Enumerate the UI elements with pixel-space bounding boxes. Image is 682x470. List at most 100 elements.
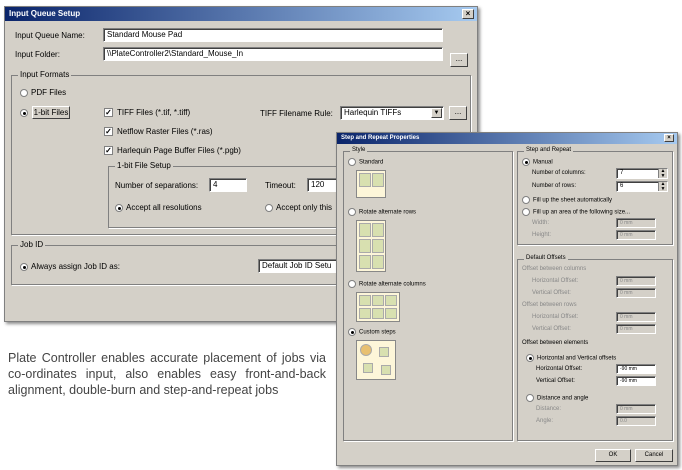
- radio-selected-icon: [20, 262, 28, 271]
- tiff-rule-settings-button[interactable]: ...: [449, 106, 467, 120]
- row-vertical-input[interactable]: 0 mm: [616, 324, 656, 334]
- radio-selected-icon: [348, 328, 356, 336]
- accept-only-radio[interactable]: Accept only this: [265, 203, 332, 212]
- radio-icon: [522, 208, 530, 216]
- spin-arrows-icon[interactable]: ▲ ▼: [658, 169, 667, 178]
- step-dialog-title: Step and Repeat Properties: [341, 135, 420, 141]
- thumb-cell: [359, 295, 371, 306]
- height-label: Height:: [532, 232, 552, 238]
- tiff-rule-select[interactable]: Harlequin TIFFs ▼: [340, 106, 444, 120]
- radio-icon: [265, 203, 273, 212]
- separations-input[interactable]: 4: [209, 178, 247, 192]
- thumb-cell: [359, 223, 371, 237]
- thumb-cell: [372, 255, 384, 269]
- tiff-files-checkbox[interactable]: ✓ TIFF Files (*.tif, *.tiff): [104, 108, 191, 118]
- style-rotate-columns-radio[interactable]: Rotate alternate columns: [348, 280, 426, 288]
- pdf-files-radio[interactable]: PDF Files: [20, 88, 66, 97]
- checkmark-icon: ✓: [104, 146, 113, 156]
- thumb-cell: [359, 239, 371, 253]
- step-repeat-dialog: Step and Repeat Properties × Style Stand…: [336, 132, 678, 466]
- thumb-cell: [385, 308, 397, 319]
- onebit-files-button[interactable]: 1-bit Files: [32, 106, 70, 119]
- input-formats-label: Input Formats: [18, 70, 72, 79]
- columns-stepper[interactable]: 7 ▲ ▼: [616, 168, 668, 179]
- radio-selected-icon: [115, 203, 123, 212]
- vertical-offset-label: Vertical Offset:: [536, 378, 575, 384]
- checkmark-icon: ✓: [104, 108, 113, 118]
- style-rotate-rows-radio[interactable]: Rotate alternate rows: [348, 208, 416, 216]
- step-repeat-group: Step and Repeat Manual Number of columns…: [517, 147, 673, 245]
- default-offsets-group: Default Offsets Offset between columns H…: [517, 255, 673, 441]
- thumb-cell: [360, 344, 372, 356]
- input-folder-input[interactable]: \\PlateController2\Standard_Mouse_In: [103, 47, 443, 61]
- width-input[interactable]: 0 mm: [616, 218, 656, 228]
- distance-angle-radio[interactable]: Distance and angle: [526, 394, 588, 402]
- checkmark-icon: ✓: [104, 127, 113, 137]
- dialog-title-bar: Input Queue Setup ×: [5, 7, 477, 21]
- ok-button[interactable]: OK: [595, 449, 631, 462]
- rows-value: 6: [620, 183, 624, 189]
- harlequin-label: Harlequin Page Buffer Files (*.pgb): [117, 146, 241, 155]
- col-horizontal-label: Horizontal Offset:: [532, 278, 579, 284]
- radio-icon: [348, 158, 356, 166]
- harlequin-checkbox[interactable]: ✓ Harlequin Page Buffer Files (*.pgb): [104, 146, 241, 156]
- style-standard-label: Standard: [359, 159, 384, 166]
- distance-label: Distance:: [536, 406, 562, 412]
- thumb-cell: [372, 295, 384, 306]
- radio-selected-icon: [526, 354, 534, 362]
- cancel-button[interactable]: Cancel: [635, 449, 673, 462]
- manual-label: Manual: [533, 159, 553, 166]
- radio-selected-icon: [20, 108, 28, 117]
- thumb-cell: [385, 295, 397, 306]
- browse-folder-button[interactable]: ...: [450, 53, 468, 67]
- rotate-rows-thumbnail[interactable]: [356, 220, 386, 272]
- standard-thumbnail[interactable]: [356, 170, 386, 198]
- accept-only-label: Accept only this: [276, 203, 333, 212]
- col-horizontal-input[interactable]: 0 mm: [616, 276, 656, 286]
- assign-jobid-radio[interactable]: Always assign Job ID as:: [20, 262, 120, 271]
- offset-rows-label: Offset between rows: [522, 302, 577, 308]
- thumb-cell: [372, 223, 384, 237]
- accept-all-label: Accept all resolutions: [126, 203, 202, 212]
- thumb-cell: [363, 363, 373, 373]
- netflow-checkbox[interactable]: ✓ Netflow Raster Files (*.ras): [104, 127, 213, 137]
- thumb-cell: [372, 308, 384, 319]
- fill-sheet-radio[interactable]: Fill up the sheet automatically: [522, 196, 612, 204]
- radio-icon: [348, 280, 356, 288]
- fill-area-radio[interactable]: Fill up an area of the following size...: [522, 208, 630, 216]
- thumb-cell: [359, 308, 371, 319]
- height-input[interactable]: 0 mm: [616, 230, 656, 240]
- rows-stepper[interactable]: 6 ▲ ▼: [616, 181, 668, 192]
- hv-offsets-label: Horizontal and Vertical offsets: [537, 355, 617, 362]
- manual-radio[interactable]: Manual: [522, 158, 553, 166]
- tiff-files-label: TIFF Files (*.tif, *.tiff): [117, 108, 191, 117]
- queue-name-input[interactable]: Standard Mouse Pad: [103, 28, 443, 42]
- spin-arrows-icon[interactable]: ▲ ▼: [658, 182, 667, 191]
- angle-input[interactable]: 0.0: [616, 416, 656, 426]
- close-icon[interactable]: ×: [462, 9, 474, 19]
- accept-all-resolutions-radio[interactable]: Accept all resolutions: [115, 203, 202, 212]
- distance-input[interactable]: 0 mm: [616, 404, 656, 414]
- vertical-offset-input[interactable]: -90 mm: [616, 376, 656, 386]
- radio-selected-icon: [522, 158, 530, 166]
- style-custom-steps-radio[interactable]: Custom steps: [348, 328, 396, 336]
- hv-offsets-radio[interactable]: Horizontal and Vertical offsets: [526, 354, 616, 362]
- style-group: Style Standard Rotate alternate rows Rot…: [343, 147, 513, 441]
- custom-steps-thumbnail[interactable]: [356, 340, 396, 380]
- col-vertical-input[interactable]: 0 mm: [616, 288, 656, 298]
- separations-label: Number of separations:: [115, 181, 199, 190]
- step-dialog-title-bar: Step and Repeat Properties ×: [337, 133, 677, 144]
- onebit-files-radio[interactable]: [20, 108, 31, 117]
- radio-icon: [20, 88, 28, 97]
- close-icon[interactable]: ×: [664, 134, 674, 142]
- dialog-title: Input Queue Setup: [9, 9, 81, 18]
- thumb-cell: [359, 255, 371, 269]
- horizontal-offset-input[interactable]: -90 mm: [616, 364, 656, 374]
- radio-icon: [348, 208, 356, 216]
- row-horizontal-input[interactable]: 0 mm: [616, 312, 656, 322]
- columns-label: Number of columns:: [532, 170, 586, 176]
- feature-caption: Plate Controller enables accurate placem…: [8, 351, 326, 397]
- thumb-cell: [372, 239, 384, 253]
- rotate-columns-thumbnail[interactable]: [356, 292, 400, 322]
- style-standard-radio[interactable]: Standard: [348, 158, 383, 166]
